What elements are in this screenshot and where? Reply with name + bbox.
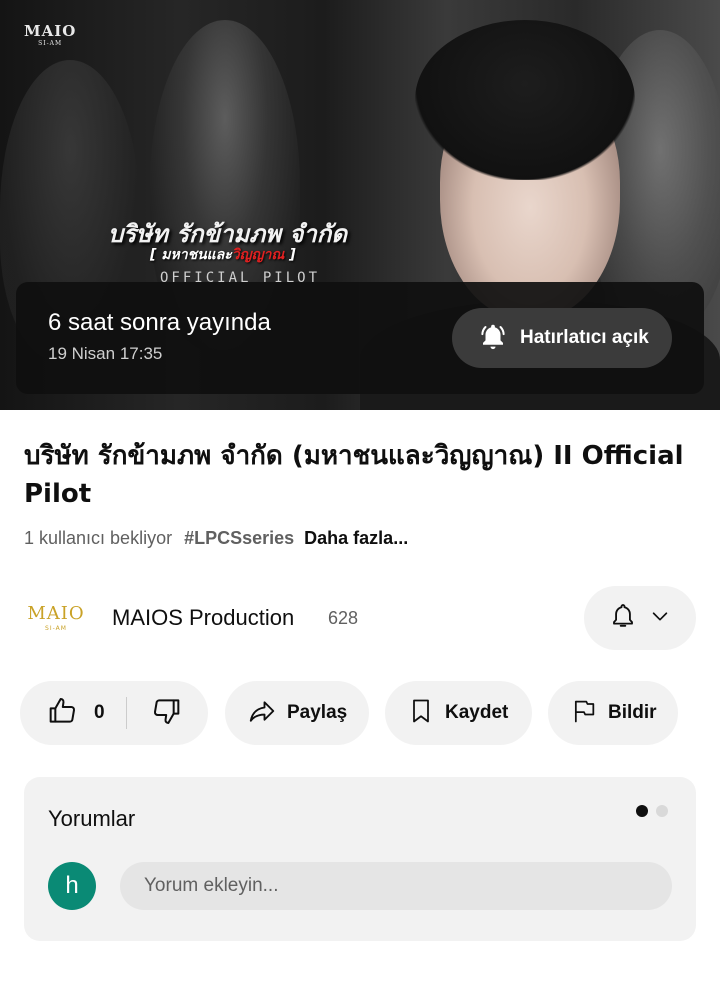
thumbnail-subtitle-suffix: ] [284, 247, 296, 263]
thumbs-up-icon [46, 695, 78, 732]
share-button[interactable]: Paylaş [225, 681, 369, 745]
reminder-label: Hatırlatıcı açık [520, 327, 649, 348]
channel-avatar-text: MAIO [27, 602, 85, 624]
video-meta-row[interactable]: 1 kullanıcı bekliyor #LPCSseries Daha fa… [24, 528, 408, 549]
hashtag-link[interactable]: #LPCSseries [184, 528, 294, 549]
channel-name[interactable]: MAIOS Production [112, 605, 294, 631]
report-label: Bildir [608, 702, 657, 723]
save-button[interactable]: Kaydet [385, 681, 532, 745]
report-button[interactable]: Bildir [548, 681, 678, 745]
brand-logo: MAIO SI-AM [24, 24, 76, 47]
comment-input[interactable] [120, 862, 672, 910]
brand-logo-text: MAIO [24, 22, 77, 40]
carousel-dot-inactive [656, 805, 668, 817]
notification-bell-button[interactable] [584, 586, 696, 650]
like-button[interactable]: 0 [20, 681, 126, 745]
user-avatar[interactable]: h [48, 862, 96, 910]
thumbnail-subtitle-red: วิญญาณ [231, 247, 285, 263]
share-icon [247, 696, 277, 731]
show-more-link[interactable]: Daha fazla... [304, 528, 408, 549]
channel-avatar[interactable]: MAIO SI-AM [24, 598, 88, 638]
chevron-down-icon [649, 605, 671, 632]
thumbnail-actor-hair [415, 20, 635, 180]
like-dislike-pill: 0 [20, 681, 208, 745]
comments-section[interactable]: Yorumlar h [24, 777, 696, 941]
thumbs-down-icon [151, 695, 183, 732]
brand-logo-subtext: SI-AM [38, 40, 63, 47]
video-thumbnail[interactable]: MAIO SI-AM บริษัท รักข้ามภพ จำกัด [ มหาช… [0, 0, 720, 410]
subscriber-count: 628 [328, 608, 359, 628]
premiere-card: 6 saat sonra yayında 19 Nisan 17:35 Hatı… [16, 282, 704, 394]
video-title: บริษัท รักข้ามภพ จำกัด (มหาชนและวิญญาณ) … [24, 441, 684, 509]
reminder-button[interactable]: Hatırlatıcı açık [452, 308, 672, 368]
carousel-dot-active [636, 805, 648, 817]
bookmark-icon [407, 696, 435, 731]
flag-icon [570, 696, 598, 731]
share-label: Paylaş [287, 702, 348, 723]
thumbnail-subtitle-prefix: [ มหาชนและ [150, 247, 232, 263]
like-count: 0 [94, 702, 105, 723]
premiere-countdown: 6 saat sonra yayında [48, 309, 271, 336]
channel-avatar-subtext: SI-AM [45, 624, 67, 632]
premiere-date: 19 Nisan 17:35 [48, 344, 163, 363]
thumbnail-subtitle-art: [ มหาชนและวิญญาณ ] [150, 244, 296, 266]
save-label: Kaydet [445, 702, 509, 723]
bell-ringing-icon [478, 321, 508, 356]
bell-icon [609, 601, 637, 636]
comments-title: Yorumlar [48, 806, 136, 831]
dislike-button[interactable] [127, 681, 208, 745]
waiting-count: 1 kullanıcı bekliyor [24, 528, 173, 548]
